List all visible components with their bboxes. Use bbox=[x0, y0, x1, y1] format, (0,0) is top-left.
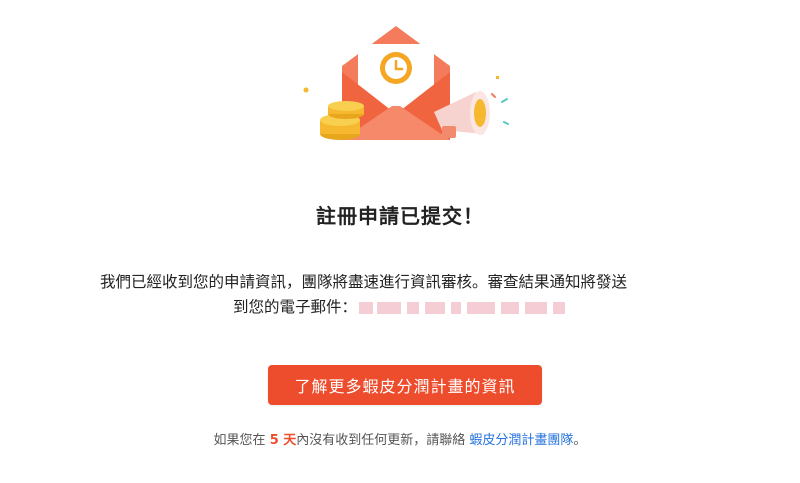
registration-confirmation-page: 註冊申請已提交！ 我們已經收到您的申請資訊，團隊將盡速進行資訊審核。審查結果通知… bbox=[0, 0, 800, 483]
masked-email-address bbox=[359, 298, 567, 318]
days-highlight: 5 天 bbox=[269, 433, 297, 448]
email-label: 到您的電子郵件： bbox=[233, 298, 358, 316]
contact-footnote: 如果您在 5 天內沒有收到任何更新，請聯絡 蝦皮分潤計畫團隊。 bbox=[0, 429, 800, 448]
page-title: 註冊申請已提交！ bbox=[316, 204, 484, 228]
envelope-illustration-icon bbox=[296, 22, 516, 150]
message-line-2: 到您的電子郵件： bbox=[100, 295, 700, 320]
footnote-middle: 內沒有收到任何更新，請聯絡 bbox=[296, 433, 470, 448]
message-line-1: 我們已經收到您的申請資訊，團隊將盡速進行資訊審核。審查結果通知將發送 bbox=[100, 273, 628, 291]
footnote-suffix: 。 bbox=[573, 433, 587, 448]
contact-team-link[interactable]: 蝦皮分潤計畫團隊 bbox=[469, 433, 573, 448]
confirmation-message: 我們已經收到您的申請資訊，團隊將盡速進行資訊審核。審查結果通知將發送 到您的電子… bbox=[100, 270, 700, 320]
learn-more-button[interactable]: 了解更多蝦皮分潤計畫的資訊 bbox=[268, 365, 542, 405]
footnote-prefix: 如果您在 bbox=[213, 433, 270, 448]
